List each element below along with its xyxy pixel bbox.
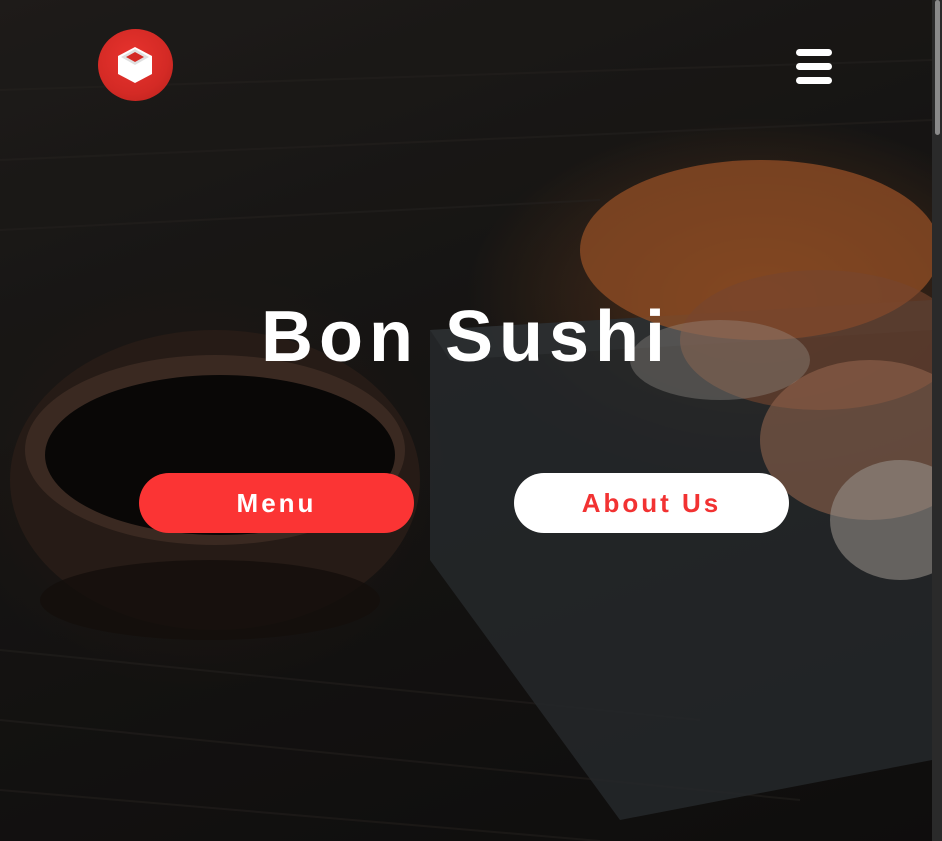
brand-logo[interactable] bbox=[98, 29, 173, 101]
hamburger-bar bbox=[796, 63, 832, 70]
hamburger-bar bbox=[796, 77, 832, 84]
hamburger-menu-icon[interactable] bbox=[796, 49, 834, 85]
about-us-button[interactable]: About Us bbox=[514, 473, 789, 533]
cube-icon bbox=[118, 47, 152, 83]
hamburger-bar bbox=[796, 49, 832, 56]
hero-section: Bon Sushi Menu About Us bbox=[0, 0, 932, 841]
page-title: Bon Sushi bbox=[261, 297, 671, 377]
hero-background-image bbox=[0, 0, 932, 841]
scrollbar-thumb[interactable] bbox=[935, 0, 940, 135]
menu-button[interactable]: Menu bbox=[139, 473, 414, 533]
